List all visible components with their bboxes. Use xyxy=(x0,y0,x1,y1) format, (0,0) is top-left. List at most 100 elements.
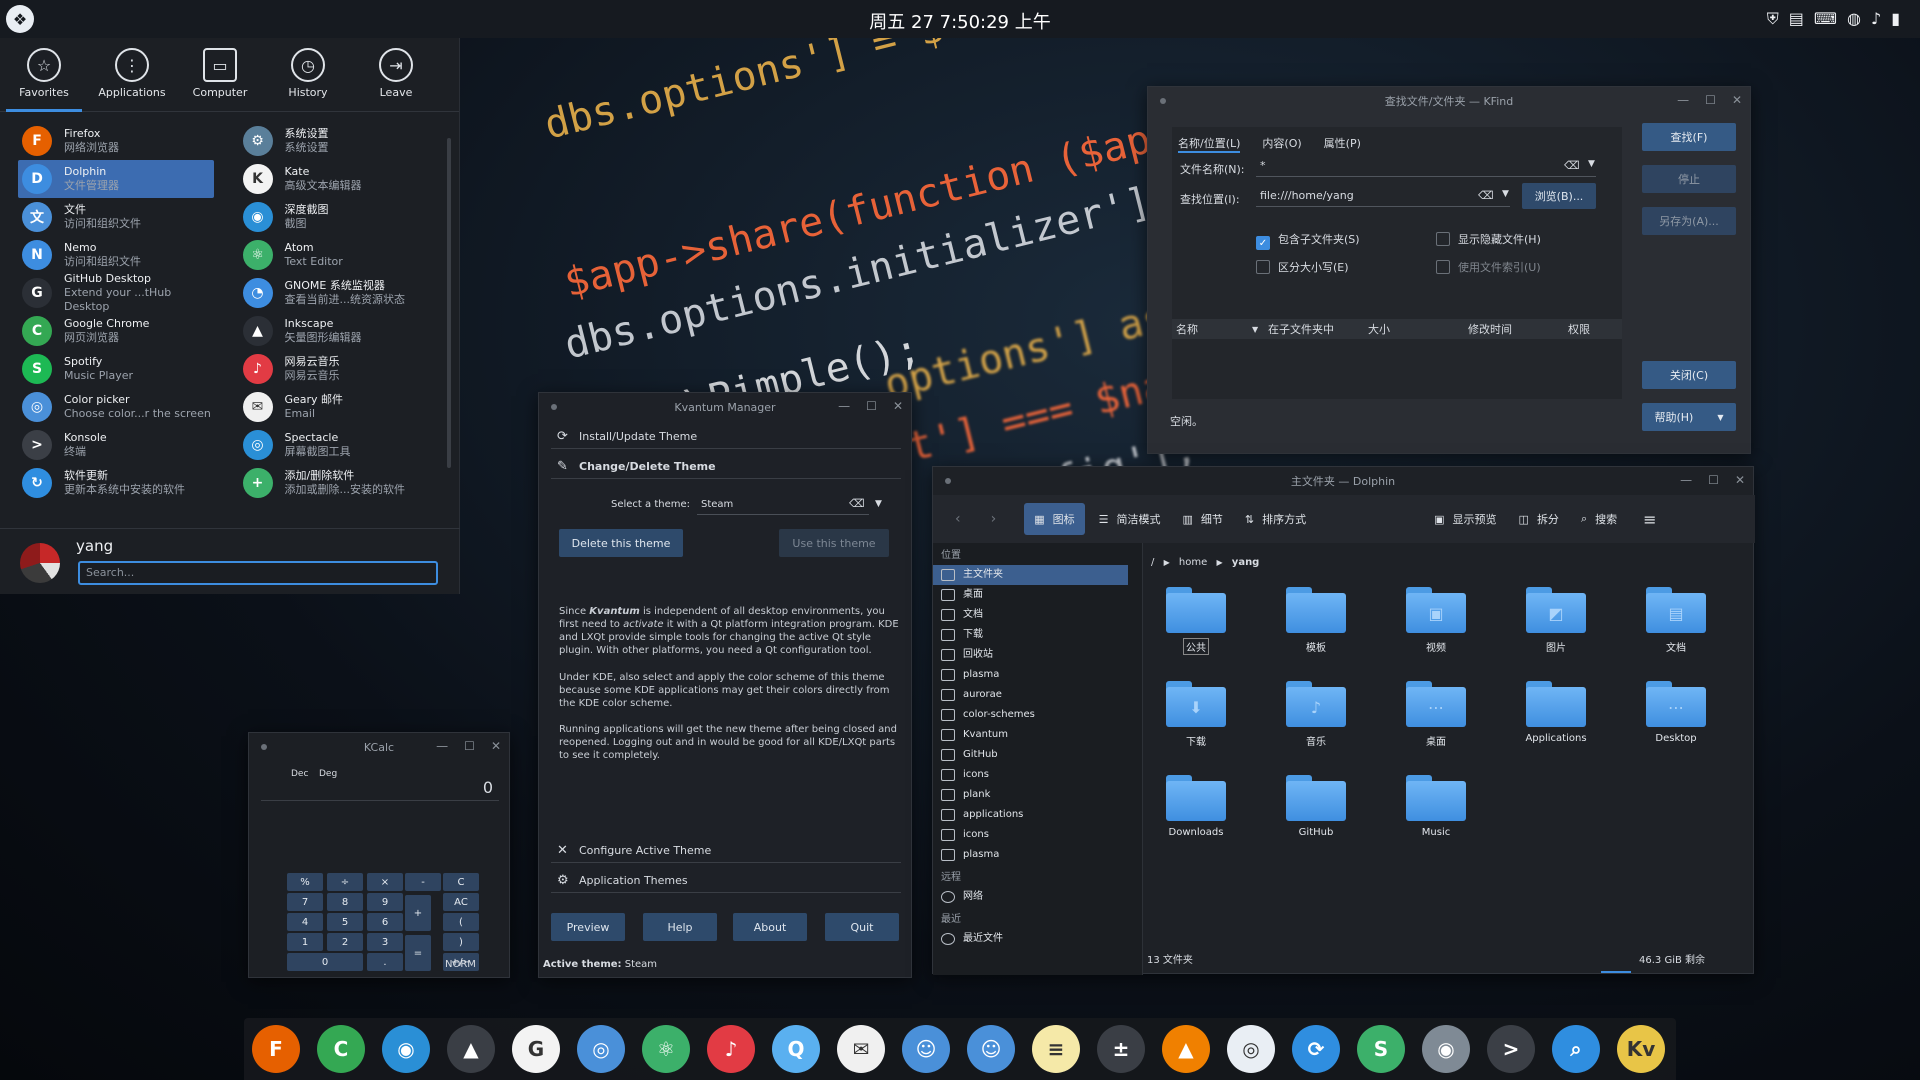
app-item[interactable]: S Spotify Music Player xyxy=(18,350,214,388)
column-modified[interactable]: 修改时间 xyxy=(1468,321,1568,337)
dock-terminal-icon[interactable]: > xyxy=(1487,1025,1535,1073)
icons-view-button[interactable]: ▦ 图标 xyxy=(1024,503,1085,535)
keyboard-icon[interactable]: ⌨ xyxy=(1814,9,1837,29)
folder-item[interactable]: GitHub xyxy=(1271,775,1361,838)
compact-view-button[interactable]: ☰ 简洁模式 xyxy=(1099,511,1161,527)
folder-item[interactable]: ◩ 图片 xyxy=(1511,587,1601,654)
avatar[interactable] xyxy=(20,543,60,583)
dock-vlc-icon[interactable]: ▲ xyxy=(1162,1025,1210,1073)
help-button[interactable]: 帮助(H) ▼ xyxy=(1642,403,1736,431)
app-item[interactable]: ▲ Inkscape 矢量图形编辑器 xyxy=(239,312,435,350)
forward-icon[interactable]: › xyxy=(991,511,997,527)
place-item[interactable]: icons xyxy=(933,825,1142,845)
place-item[interactable]: icons xyxy=(933,765,1142,785)
dock-inkscape-icon[interactable]: ▲ xyxy=(447,1025,495,1073)
app-item[interactable]: 文文件 访问和组织文件 xyxy=(18,198,214,236)
location-field[interactable]: file:///home/yang xyxy=(1256,185,1510,207)
place-item[interactable]: 主文件夹 xyxy=(933,565,1128,585)
search-input[interactable]: Search... xyxy=(78,561,438,585)
clear-icon[interactable]: ⌫ xyxy=(1478,189,1494,202)
browse-button[interactable]: 浏览(B)... xyxy=(1522,183,1596,209)
place-item[interactable]: color-schemes xyxy=(933,705,1142,725)
app-item[interactable]: ◎ Spectacle 屏幕截图工具 xyxy=(239,426,435,464)
app-item[interactable]: + 添加/删除软件 添加或删除...安装的软件 xyxy=(239,464,435,502)
close-icon[interactable]: ✕ xyxy=(1735,473,1745,487)
delete-theme-button[interactable]: Delete this theme xyxy=(559,529,683,557)
app-item[interactable]: ◎ Color picker Choose color...r the screen xyxy=(18,388,214,426)
minimize-icon[interactable]: — xyxy=(1677,93,1689,107)
close-icon[interactable]: ✕ xyxy=(491,739,501,753)
calc-key[interactable]: ) xyxy=(443,933,479,951)
calc-key[interactable]: . xyxy=(367,953,403,971)
results-list[interactable] xyxy=(1172,339,1622,395)
tab-leave[interactable]: ⇥ Leave xyxy=(352,38,440,111)
app-item[interactable]: G GitHub Desktop Extend your ...tHub Deskt… xyxy=(18,272,214,313)
app-item[interactable]: ✉ Geary 邮件 Email xyxy=(239,388,435,426)
calc-key[interactable]: 8 xyxy=(327,893,363,911)
shield-icon[interactable]: ⛨ xyxy=(1767,9,1779,29)
calc-key[interactable]: = xyxy=(405,935,431,971)
calc-key[interactable]: 0 xyxy=(287,953,363,971)
dock-firefox-icon[interactable]: F xyxy=(252,1025,300,1073)
battery-icon[interactable]: ▮ xyxy=(1891,9,1900,29)
find-button[interactable]: 查找(F) xyxy=(1642,123,1736,151)
application-themes-section[interactable]: ⚙ Application Themes xyxy=(551,869,901,893)
folder-item[interactable]: ▤ 文档 xyxy=(1631,587,1721,654)
theme-select[interactable]: Steam xyxy=(697,495,869,515)
app-item[interactable]: K Kate 高级文本编辑器 xyxy=(239,160,435,198)
app-item[interactable]: ◉ 深度截图 截图 xyxy=(239,198,435,236)
app-item[interactable]: F Firefox 网络浏览器 xyxy=(18,122,214,160)
help-button[interactable]: Help xyxy=(643,913,717,941)
folder-item[interactable]: ⬇ 下载 xyxy=(1151,681,1241,748)
place-network[interactable]: 网络 xyxy=(933,887,1142,907)
dock-chrome-icon[interactable]: C xyxy=(317,1025,365,1073)
place-item[interactable]: plasma xyxy=(933,665,1142,685)
preview-button[interactable]: ▣ 显示预览 xyxy=(1434,511,1496,527)
dock-kvantum-icon[interactable]: Kv xyxy=(1617,1025,1665,1073)
folder-item[interactable]: ⋯ 桌面 xyxy=(1391,681,1481,748)
calc-key[interactable]: 9 xyxy=(367,893,403,911)
folder-view[interactable]: 公共 模板 ▣ 视频 ◩ 图片 ▤ 文档 ⬇ 下载 ♪ 音乐 ⋯ 桌面 Applications ⋯ Deskt… xyxy=(1151,587,1751,947)
window-menu-icon[interactable] xyxy=(1160,98,1166,104)
split-button[interactable]: ◫ 拆分 xyxy=(1519,511,1559,527)
stop-button[interactable]: 停止 xyxy=(1642,165,1736,193)
folder-item[interactable]: 模板 xyxy=(1271,587,1361,654)
dock-calculator-icon[interactable]: ± xyxy=(1097,1025,1145,1073)
dock-atom-icon[interactable]: ⚛ xyxy=(642,1025,690,1073)
calc-key[interactable]: 1 xyxy=(287,933,323,951)
back-icon[interactable]: ‹ xyxy=(955,511,961,527)
calc-key[interactable]: C xyxy=(443,873,479,891)
app-item[interactable]: ↻ 软件更新 更新本系统中安装的软件 xyxy=(18,464,214,502)
calc-key[interactable]: 7 xyxy=(287,893,323,911)
place-item[interactable]: aurorae xyxy=(933,685,1142,705)
calc-key[interactable]: 4 xyxy=(287,913,323,931)
configure-theme-section[interactable]: ✕ Configure Active Theme xyxy=(551,839,901,863)
use-index-checkbox[interactable]: 使用文件索引(U) xyxy=(1436,259,1541,275)
tab-applications[interactable]: ⋮ Applications xyxy=(88,38,176,111)
tab-favorites[interactable]: ☆ Favorites xyxy=(0,38,88,112)
place-item[interactable]: Kvantum xyxy=(933,725,1142,745)
folder-item[interactable]: ⋯ Desktop xyxy=(1631,681,1721,744)
app-item[interactable]: > Konsole 终端 xyxy=(18,426,214,464)
include-subfolders-checkbox[interactable]: ✓ 包含子文件夹(S) xyxy=(1256,231,1360,250)
dock-screenshot-icon[interactable]: ◉ xyxy=(382,1025,430,1073)
kickoff-scrollbar[interactable] xyxy=(447,138,451,468)
preview-button[interactable]: Preview xyxy=(551,913,625,941)
network-icon[interactable]: ◍ xyxy=(1847,9,1861,29)
window-titlebar[interactable]: KCalc — ☐ ✕ xyxy=(249,733,509,761)
dock-camera-icon[interactable]: ◉ xyxy=(1422,1025,1470,1073)
close-icon[interactable]: ✕ xyxy=(1732,93,1742,107)
window-menu-icon[interactable] xyxy=(551,404,557,410)
place-item[interactable]: 桌面 xyxy=(933,585,1142,605)
app-item[interactable]: ⚛ Atom Text Editor xyxy=(239,236,435,274)
tab-name-location[interactable]: 名称/位置(L) xyxy=(1178,135,1241,153)
folder-item[interactable]: ♪ 音乐 xyxy=(1271,681,1361,748)
details-view-button[interactable]: ▥ 细节 xyxy=(1183,511,1223,527)
volume-icon[interactable]: ♪ xyxy=(1871,9,1881,29)
dock-share-icon[interactable]: ⟳ xyxy=(1292,1025,1340,1073)
app-item[interactable]: D Dolphin 文件管理器 xyxy=(18,160,214,198)
name-field[interactable]: * xyxy=(1256,155,1596,177)
maximize-icon[interactable]: ☐ xyxy=(464,739,475,753)
column-size[interactable]: 大小 xyxy=(1368,321,1468,337)
dock-github-icon[interactable]: G xyxy=(512,1025,560,1073)
